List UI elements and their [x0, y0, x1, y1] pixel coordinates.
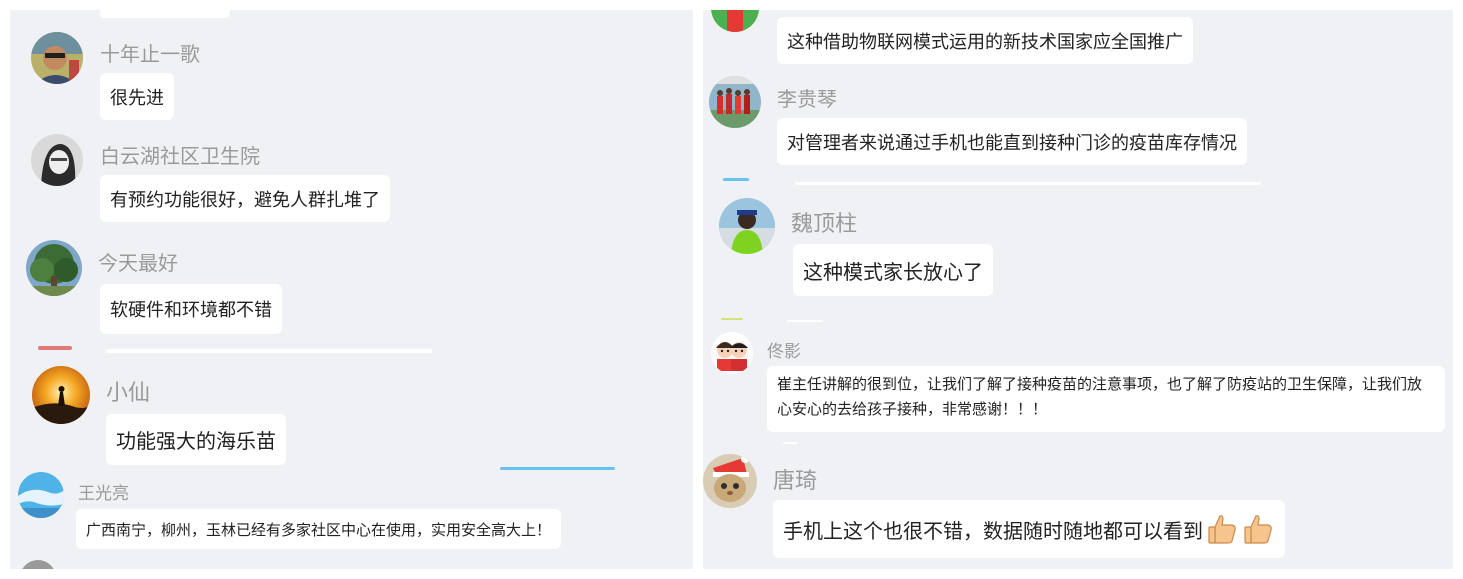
user-avatar — [20, 560, 56, 569]
user-avatar[interactable] — [32, 366, 90, 424]
user-avatar[interactable] — [703, 454, 757, 508]
comment-username: 王光亮 — [78, 484, 129, 504]
partial-message-bubble — [106, 349, 432, 353]
avatar-cartoon-couple — [711, 332, 753, 374]
comment-username: 唐琦 — [773, 469, 818, 494]
user-avatar[interactable] — [26, 240, 82, 296]
avatar-photo-cat-santa-hat — [703, 454, 757, 508]
user-avatar[interactable] — [711, 10, 759, 32]
thumbs-up-icon — [1244, 515, 1272, 544]
comment-username: 佟影 — [767, 342, 801, 362]
partial-message-bubble — [100, 10, 230, 18]
partial-message-bubble — [500, 467, 615, 470]
user-avatar[interactable] — [18, 472, 64, 518]
avatar-photo-green-partial — [711, 10, 759, 32]
partial-message-bubble — [783, 442, 797, 444]
avatar-photo-sunset-silhouette — [32, 366, 90, 424]
comment-username: 今天最好 — [98, 251, 178, 275]
right-comment-panel: 这种借助物联网模式运用的新技术国家应全国推广 李贵琴 对管理者来说通过手机也能直… — [703, 10, 1453, 569]
comment-username: 李贵琴 — [777, 87, 837, 111]
partial-message-bubble — [795, 182, 1261, 185]
avatar-photo-grayscale-portrait — [31, 134, 83, 186]
comment-message-text: 手机上这个也很不错，数据随时随地都可以看到 — [783, 518, 1203, 543]
comment-message-bubble: 对管理者来说通过手机也能直到接种门诊的疫苗库存情况 — [777, 118, 1247, 165]
partial-avatar — [38, 346, 72, 350]
comment-message-bubble: 很先进 — [100, 73, 174, 120]
partial-message-bubble — [787, 320, 823, 322]
comment-message-bubble: 有预约功能很好，避免人群扎堆了 — [100, 175, 390, 222]
comment-message-bubble: 这种模式家长放心了 — [793, 244, 993, 296]
comment-username: 魏顶柱 — [791, 212, 858, 237]
user-avatar[interactable] — [719, 198, 775, 254]
user-avatar[interactable] — [31, 32, 83, 84]
user-avatar[interactable] — [711, 332, 753, 374]
user-avatar[interactable] — [709, 76, 761, 128]
comment-message-bubble: 软硬件和环境都不错 — [100, 284, 282, 334]
comment-message-bubble: 这种借助物联网模式运用的新技术国家应全国推广 — [777, 17, 1193, 64]
partial-avatar — [721, 318, 743, 320]
avatar-photo-person-sunglasses — [31, 32, 83, 84]
comment-username: 十年止一歌 — [100, 42, 200, 66]
user-avatar[interactable] — [31, 134, 83, 186]
avatar-photo-sky — [18, 472, 64, 518]
comment-message-bubble: 崔主任讲解的很到位，让我们了解了接种疫苗的注意事项，也了解了防疫站的卫生保障，让… — [767, 366, 1445, 432]
left-comment-panel: 十年止一歌 很先进 白云湖社区卫生院 有预约功能很好，避免人群扎堆了 今天最好 … — [10, 10, 693, 569]
thumbs-up-icon — [1208, 515, 1236, 544]
comment-username: 小仙 — [106, 381, 151, 406]
avatar-photo-tree — [26, 240, 82, 296]
comment-message-bubble: 功能强大的海乐苗 — [106, 414, 286, 465]
avatar-photo-group-red — [709, 76, 761, 128]
avatar-photo-person-green-jacket — [719, 198, 775, 254]
comment-message-bubble: 手机上这个也很不错，数据随时随地都可以看到 — [773, 500, 1285, 558]
comment-username: 白云湖社区卫生院 — [100, 144, 260, 168]
partial-avatar — [723, 178, 749, 181]
comment-message-bubble: 广西南宁，柳州，玉林已经有多家社区中心在使用，实用安全高大上！ — [76, 509, 562, 549]
